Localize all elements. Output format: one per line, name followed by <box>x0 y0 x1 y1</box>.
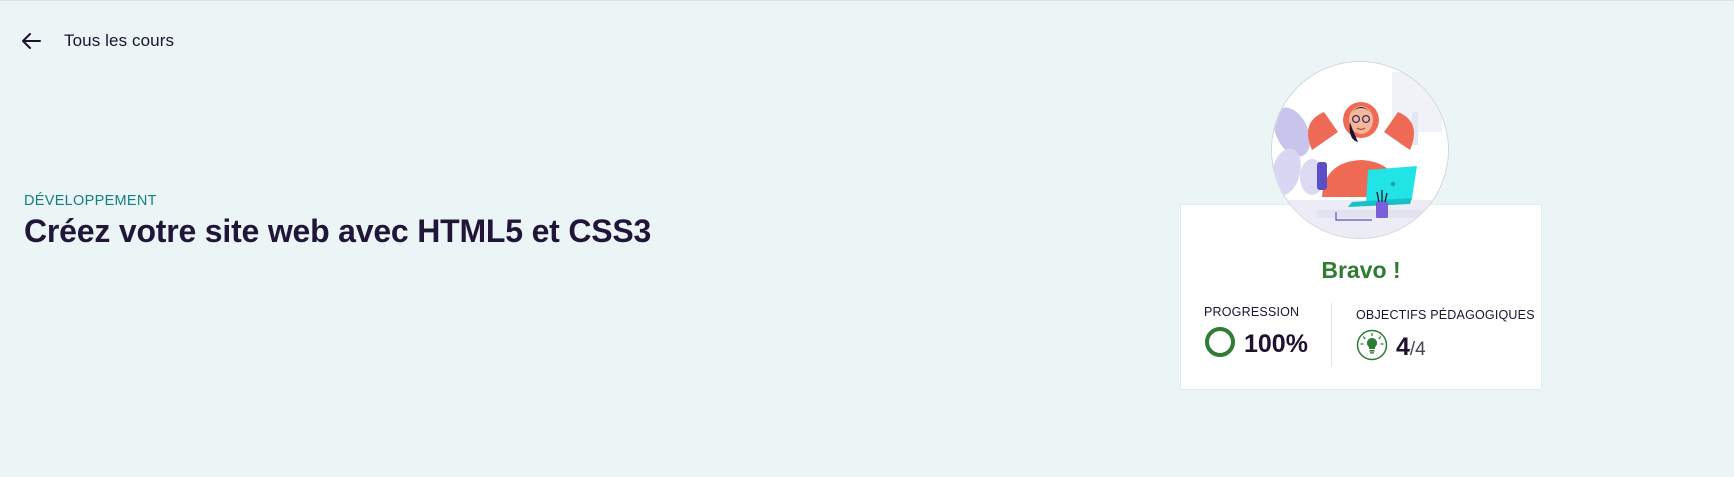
arrow-left-icon <box>22 33 41 49</box>
lightbulb-icon <box>1356 329 1388 366</box>
objectives-total: /4 <box>1409 339 1426 360</box>
progress-ring-icon <box>1204 326 1236 363</box>
course-category[interactable]: DÉVELOPPEMENT <box>24 193 651 209</box>
progression-stat: PROGRESSION 100% <box>1204 305 1308 363</box>
stat-divider <box>1331 303 1332 367</box>
course-header: DÉVELOPPEMENT Créez votre site web avec … <box>24 193 651 250</box>
back-link-label: Tous les cours <box>64 31 175 50</box>
avatar-illustration <box>1271 61 1449 239</box>
congrats-message: Bravo ! <box>1321 257 1401 283</box>
objectives-done: 4 <box>1396 333 1410 361</box>
objectives-stat: OBJECTIFS PÉDAGOGIQUES 4/4 <box>1356 308 1535 366</box>
progression-label: PROGRESSION <box>1204 305 1300 319</box>
course-title: Créez votre site web avec HTML5 et CSS3 <box>24 213 652 249</box>
back-to-courses-link[interactable]: Tous les cours <box>22 31 174 51</box>
objectives-label: OBJECTIFS PÉDAGOGIQUES <box>1356 308 1535 322</box>
progression-value: 100% <box>1244 330 1308 358</box>
